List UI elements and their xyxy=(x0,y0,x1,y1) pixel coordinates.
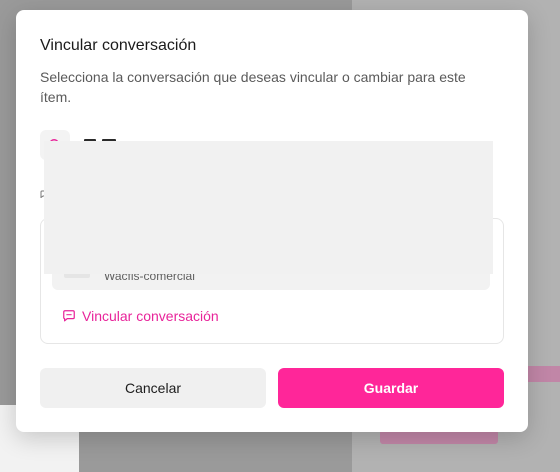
modal-description: Selecciona la conversación que deseas vi… xyxy=(40,69,466,105)
occluding-overlay xyxy=(44,141,493,274)
modal-title: Vincular conversación xyxy=(40,37,197,54)
link-conversation-modal: Vincular conversación Selecciona la conv… xyxy=(16,10,528,432)
link-conversation-label: Vincular conversación xyxy=(82,308,219,324)
background-link xyxy=(380,430,498,444)
chat-icon xyxy=(63,310,75,322)
cancel-button[interactable]: Cancelar xyxy=(40,368,266,408)
save-button[interactable]: Guardar xyxy=(278,368,504,408)
link-conversation-button[interactable]: Vincular conversación xyxy=(62,308,219,324)
